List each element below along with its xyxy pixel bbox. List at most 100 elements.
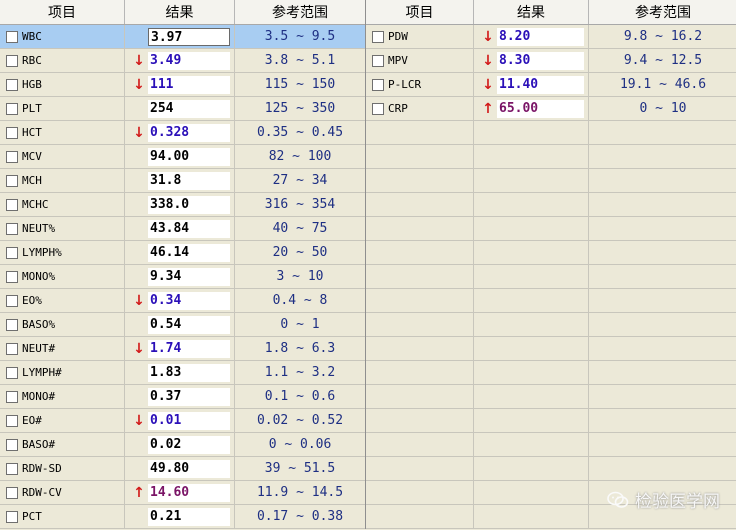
reference-range: 0.02 ~ 0.52 (256, 413, 344, 428)
row-checkbox[interactable] (6, 342, 18, 355)
result-value[interactable]: 94.00 (148, 147, 230, 166)
result-row[interactable]: MCH 31.8 27 ~ 34 (0, 169, 365, 193)
item-cell: HCT (0, 121, 125, 144)
result-row[interactable]: LYMPH# 1.83 1.1 ~ 3.2 (0, 361, 365, 385)
result-row[interactable]: MONO# 0.37 0.1 ~ 0.6 (0, 385, 365, 409)
row-checkbox[interactable] (372, 30, 384, 43)
result-value[interactable]: 0.34 (148, 291, 230, 310)
row-checkbox[interactable] (6, 318, 18, 331)
result-value[interactable]: 0.21 (148, 507, 230, 526)
row-checkbox[interactable] (6, 390, 18, 403)
row-checkbox[interactable] (6, 30, 18, 43)
left-rows: WBC 3.97 3.5 ~ 9.5 RBC ↓ 3.49 3.8 ~ 5.1 HGB ↓ 111… (0, 25, 365, 529)
row-checkbox[interactable] (6, 222, 18, 235)
result-row[interactable]: P-LCR ↓ 11.40 19.1 ~ 46.6 (366, 73, 736, 97)
result-value[interactable]: 0.01 (148, 411, 230, 430)
result-value[interactable]: 0.02 (148, 435, 230, 454)
result-value[interactable]: 46.14 (148, 243, 230, 262)
result-row[interactable]: NEUT# ↓ 1.74 1.8 ~ 6.3 (0, 337, 365, 361)
row-checkbox[interactable] (6, 270, 18, 283)
empty-cell (366, 481, 474, 504)
row-checkbox[interactable] (6, 150, 18, 163)
row-checkbox[interactable] (6, 198, 18, 211)
result-row[interactable]: PDW ↓ 8.20 9.8 ~ 16.2 (366, 25, 736, 49)
item-cell: RDW-SD (0, 457, 125, 480)
result-row[interactable]: PCT 0.21 0.17 ~ 0.38 (0, 505, 365, 529)
result-row[interactable]: MPV ↓ 8.30 9.4 ~ 12.5 (366, 49, 736, 73)
result-value[interactable]: 8.20 (497, 27, 584, 46)
result-value[interactable]: 43.84 (148, 219, 230, 238)
result-row[interactable]: RDW-CV ↑ 14.60 11.9 ~ 14.5 (0, 481, 365, 505)
header-reference[interactable]: 参考范围 (589, 0, 736, 24)
row-checkbox[interactable] (372, 78, 384, 91)
result-value[interactable]: 3.97 (148, 27, 230, 46)
row-checkbox[interactable] (6, 102, 18, 115)
item-name: MPV (388, 54, 408, 67)
header-result[interactable]: 结果 (125, 0, 235, 24)
result-row[interactable]: MCHC 338.0 316 ~ 354 (0, 193, 365, 217)
result-row[interactable]: WBC 3.97 3.5 ~ 9.5 (0, 25, 365, 49)
row-checkbox[interactable] (372, 54, 384, 67)
result-row[interactable]: CRP ↑ 65.00 0 ~ 10 (366, 97, 736, 121)
empty-cell (474, 433, 589, 456)
result-row[interactable]: HGB ↓ 111 115 ~ 150 (0, 73, 365, 97)
header-reference[interactable]: 参考范围 (235, 0, 365, 24)
empty-cell (366, 193, 474, 216)
row-checkbox[interactable] (6, 54, 18, 67)
item-cell: MCH (0, 169, 125, 192)
result-row[interactable]: MONO% 9.34 3 ~ 10 (0, 265, 365, 289)
result-value[interactable]: 31.8 (148, 171, 230, 190)
result-cell: ↓ 8.30 (474, 49, 589, 72)
item-cell: MPV (366, 49, 474, 72)
result-value[interactable]: 8.30 (497, 51, 584, 70)
row-checkbox[interactable] (6, 462, 18, 475)
result-row[interactable]: NEUT% 43.84 40 ~ 75 (0, 217, 365, 241)
header-result[interactable]: 结果 (474, 0, 589, 24)
header-item[interactable]: 项目 (0, 0, 125, 24)
empty-cell (589, 145, 736, 168)
row-checkbox[interactable] (372, 102, 384, 115)
result-value[interactable]: 3.49 (148, 51, 230, 70)
row-checkbox[interactable] (6, 78, 18, 91)
row-checkbox[interactable] (6, 438, 18, 451)
result-row[interactable]: EO# ↓ 0.01 0.02 ~ 0.52 (0, 409, 365, 433)
result-row[interactable]: PLT 254 125 ~ 350 (0, 97, 365, 121)
result-value[interactable]: 111 (148, 75, 230, 94)
header-item[interactable]: 项目 (366, 0, 474, 24)
result-row[interactable]: HCT ↓ 0.328 0.35 ~ 0.45 (0, 121, 365, 145)
result-value[interactable]: 254 (148, 99, 230, 118)
result-value[interactable]: 65.00 (497, 99, 584, 118)
result-row[interactable]: BASO% 0.54 0 ~ 1 (0, 313, 365, 337)
row-checkbox[interactable] (6, 174, 18, 187)
result-row[interactable]: LYMPH% 46.14 20 ~ 50 (0, 241, 365, 265)
result-value[interactable]: 0.328 (148, 123, 230, 142)
result-value[interactable]: 49.80 (148, 459, 230, 478)
result-value[interactable]: 11.40 (497, 75, 584, 94)
result-value[interactable]: 338.0 (148, 195, 230, 214)
result-value[interactable]: 1.74 (148, 339, 230, 358)
result-row[interactable]: MCV 94.00 82 ~ 100 (0, 145, 365, 169)
row-checkbox[interactable] (6, 294, 18, 307)
empty-cell (589, 217, 736, 240)
result-row[interactable]: RBC ↓ 3.49 3.8 ~ 5.1 (0, 49, 365, 73)
result-value[interactable]: 14.60 (148, 483, 230, 502)
row-checkbox[interactable] (6, 126, 18, 139)
row-checkbox[interactable] (6, 486, 18, 499)
result-row[interactable]: EO% ↓ 0.34 0.4 ~ 8 (0, 289, 365, 313)
result-cell: 338.0 (125, 193, 235, 216)
result-row[interactable]: RDW-SD 49.80 39 ~ 51.5 (0, 457, 365, 481)
row-checkbox[interactable] (6, 246, 18, 259)
empty-row (366, 289, 736, 313)
empty-cell (366, 169, 474, 192)
result-cell: ↑ 14.60 (125, 481, 235, 504)
result-row[interactable]: BASO# 0.02 0 ~ 0.06 (0, 433, 365, 457)
row-checkbox[interactable] (6, 414, 18, 427)
empty-row (366, 217, 736, 241)
result-value[interactable]: 1.83 (148, 363, 230, 382)
row-checkbox[interactable] (6, 366, 18, 379)
result-value[interactable]: 9.34 (148, 267, 230, 286)
result-value[interactable]: 0.54 (148, 315, 230, 334)
arrow-down-icon: ↓ (133, 412, 145, 429)
row-checkbox[interactable] (6, 510, 18, 523)
result-value[interactable]: 0.37 (148, 387, 230, 406)
